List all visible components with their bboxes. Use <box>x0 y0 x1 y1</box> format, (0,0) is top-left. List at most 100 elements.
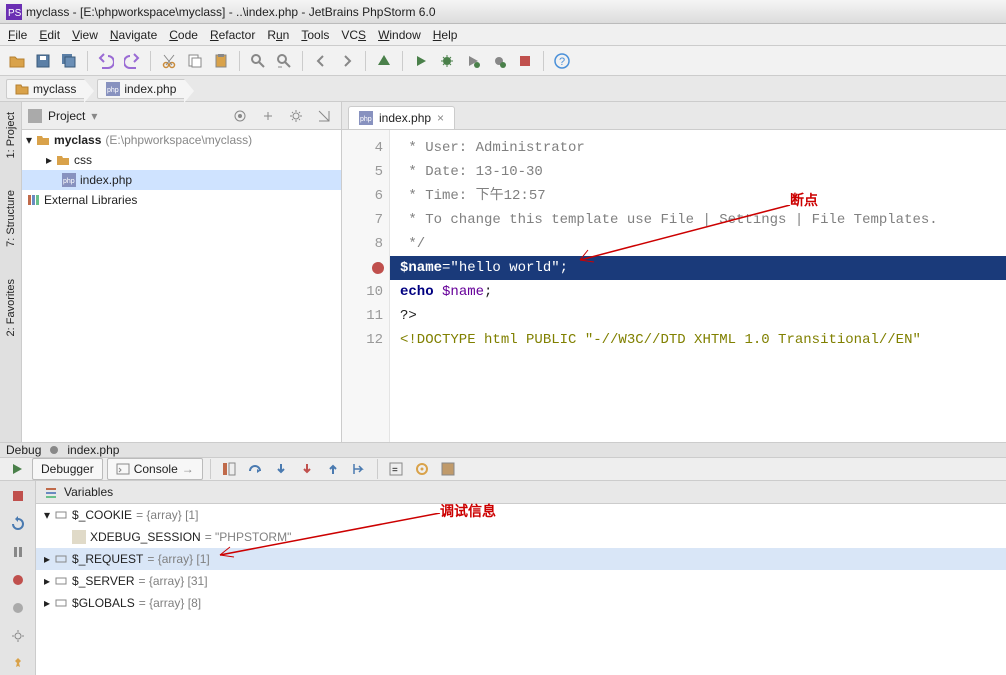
menu-tools[interactable]: Tools <box>301 28 329 42</box>
debug-icon[interactable] <box>436 50 458 72</box>
save-icon[interactable] <box>32 50 54 72</box>
expand-icon[interactable]: ▸ <box>44 596 50 610</box>
frames-icon[interactable] <box>218 458 240 480</box>
code-line-current: $name="hello world"; <box>390 256 1006 280</box>
menu-view[interactable]: View <box>72 28 98 42</box>
debug-header: Debug index.php <box>0 443 1006 458</box>
tab-debugger[interactable]: Debugger <box>32 458 103 480</box>
breakpoint-marker[interactable]: 9 <box>342 256 389 280</box>
var-request[interactable]: ▸ $_REQUEST = {array} [1] <box>36 548 1006 570</box>
vars-icon <box>44 485 58 499</box>
step-into-icon[interactable] <box>270 458 292 480</box>
menu-run[interactable]: Run <box>267 28 289 42</box>
force-step-into-icon[interactable] <box>296 458 318 480</box>
stop-icon[interactable] <box>514 50 536 72</box>
var-xdebug-session[interactable]: XDEBUG_SESSION = "PHPSTORM" <box>36 526 1006 548</box>
crumb-project[interactable]: myclass <box>6 79 85 99</box>
run-to-cursor-icon[interactable] <box>348 458 370 480</box>
view-bp-icon[interactable] <box>7 569 29 591</box>
line-number: 7 <box>342 208 389 232</box>
copy-icon[interactable] <box>184 50 206 72</box>
step-out-icon[interactable] <box>322 458 344 480</box>
collapse-icon[interactable] <box>257 105 279 127</box>
menu-vcs[interactable]: VCS <box>341 28 366 42</box>
resume-icon[interactable] <box>6 458 28 480</box>
main-menu: File Edit View Navigate Code Refactor Ru… <box>0 24 1006 46</box>
paste-icon[interactable] <box>210 50 232 72</box>
debug-title: Debug <box>6 443 41 457</box>
code-line: * To change this template use File | Set… <box>390 208 1006 232</box>
expand-icon[interactable]: ▸ <box>46 153 52 167</box>
expand-icon[interactable]: ▾ <box>26 133 32 147</box>
folder-icon <box>36 133 50 147</box>
layout-icon[interactable] <box>437 458 459 480</box>
expand-icon[interactable]: ▸ <box>44 574 50 588</box>
toolbar-separator <box>543 51 544 71</box>
redo-icon[interactable] <box>121 50 143 72</box>
menu-file[interactable]: File <box>8 28 27 42</box>
menu-help[interactable]: Help <box>433 28 458 42</box>
open-icon[interactable] <box>6 50 28 72</box>
menu-refactor[interactable]: Refactor <box>210 28 255 42</box>
sidetab-favorites[interactable]: 2: Favorites <box>3 273 19 342</box>
svg-text:?: ? <box>559 56 565 68</box>
code-content[interactable]: * User: Administrator * Date: 13-10-30 *… <box>390 130 1006 442</box>
hide-icon[interactable] <box>313 105 335 127</box>
back-icon[interactable] <box>310 50 332 72</box>
sidetab-project[interactable]: 1: Project <box>3 106 19 164</box>
rerun-icon[interactable] <box>7 513 29 535</box>
replace-icon[interactable] <box>273 50 295 72</box>
target-icon[interactable] <box>229 105 251 127</box>
expand-icon[interactable]: ▸ <box>44 552 50 566</box>
variables-header: Variables <box>36 481 1006 504</box>
expand-icon[interactable]: ▾ <box>44 508 50 522</box>
sidetab-structure[interactable]: 7: Structure <box>3 184 19 253</box>
tab-console[interactable]: Console → <box>107 458 203 480</box>
undo-icon[interactable] <box>95 50 117 72</box>
run2-icon[interactable] <box>462 50 484 72</box>
step-over-icon[interactable] <box>244 458 266 480</box>
close-tab-icon[interactable]: × <box>437 111 444 125</box>
menu-edit[interactable]: Edit <box>39 28 60 42</box>
forward-icon[interactable] <box>336 50 358 72</box>
help-icon[interactable]: ? <box>551 50 573 72</box>
project-tree[interactable]: ▾ myclass (E:\phpworkspace\myclass) ▸ cs… <box>22 130 341 442</box>
tree-root[interactable]: ▾ myclass (E:\phpworkspace\myclass) <box>22 130 341 150</box>
build-icon[interactable] <box>373 50 395 72</box>
var-server[interactable]: ▸ $_SERVER = {array} [31] <box>36 570 1006 592</box>
mute-bp-icon[interactable] <box>7 597 29 619</box>
evaluate-icon[interactable]: = <box>385 458 407 480</box>
array-icon <box>54 508 68 522</box>
tree-ext-libs[interactable]: External Libraries <box>22 190 341 210</box>
var-cookie[interactable]: ▾ $_COOKIE = {array} [1] <box>36 504 1006 526</box>
pause-icon[interactable] <box>7 541 29 563</box>
stop2-icon[interactable] <box>7 485 29 507</box>
folder-icon <box>56 153 70 167</box>
gear-icon[interactable] <box>285 105 307 127</box>
tree-index-file[interactable]: php index.php <box>22 170 341 190</box>
code-area[interactable]: 4 5 6 7 8 9 10 11 12 * User: Administrat… <box>342 130 1006 442</box>
variables-label: Variables <box>64 485 113 499</box>
debug2-icon[interactable] <box>488 50 510 72</box>
var-globals[interactable]: ▸ $GLOBALS = {array} [8] <box>36 592 1006 614</box>
editor-tab-index[interactable]: php index.php × <box>348 106 455 129</box>
cut-icon[interactable] <box>158 50 180 72</box>
watches-icon[interactable] <box>411 458 433 480</box>
save-all-icon[interactable] <box>58 50 80 72</box>
run-icon[interactable] <box>410 50 432 72</box>
crumb-file[interactable]: php index.php <box>97 79 185 99</box>
menu-code[interactable]: Code <box>169 28 198 42</box>
tree-index-label: index.php <box>80 173 132 187</box>
find-icon[interactable] <box>247 50 269 72</box>
gutter[interactable]: 4 5 6 7 8 9 10 11 12 <box>342 130 390 442</box>
annotation-debuginfo: 调试信息 <box>440 501 496 521</box>
menu-navigate[interactable]: Navigate <box>110 28 157 42</box>
main-toolbar: ? <box>0 46 1006 76</box>
settings-icon[interactable] <box>7 625 29 647</box>
pin-icon[interactable] <box>7 653 29 675</box>
menu-window[interactable]: Window <box>378 28 421 42</box>
dropdown-icon[interactable]: ▾ <box>91 109 97 123</box>
string-icon <box>72 530 86 544</box>
toolbar-separator <box>87 51 88 71</box>
tree-css-folder[interactable]: ▸ css <box>22 150 341 170</box>
